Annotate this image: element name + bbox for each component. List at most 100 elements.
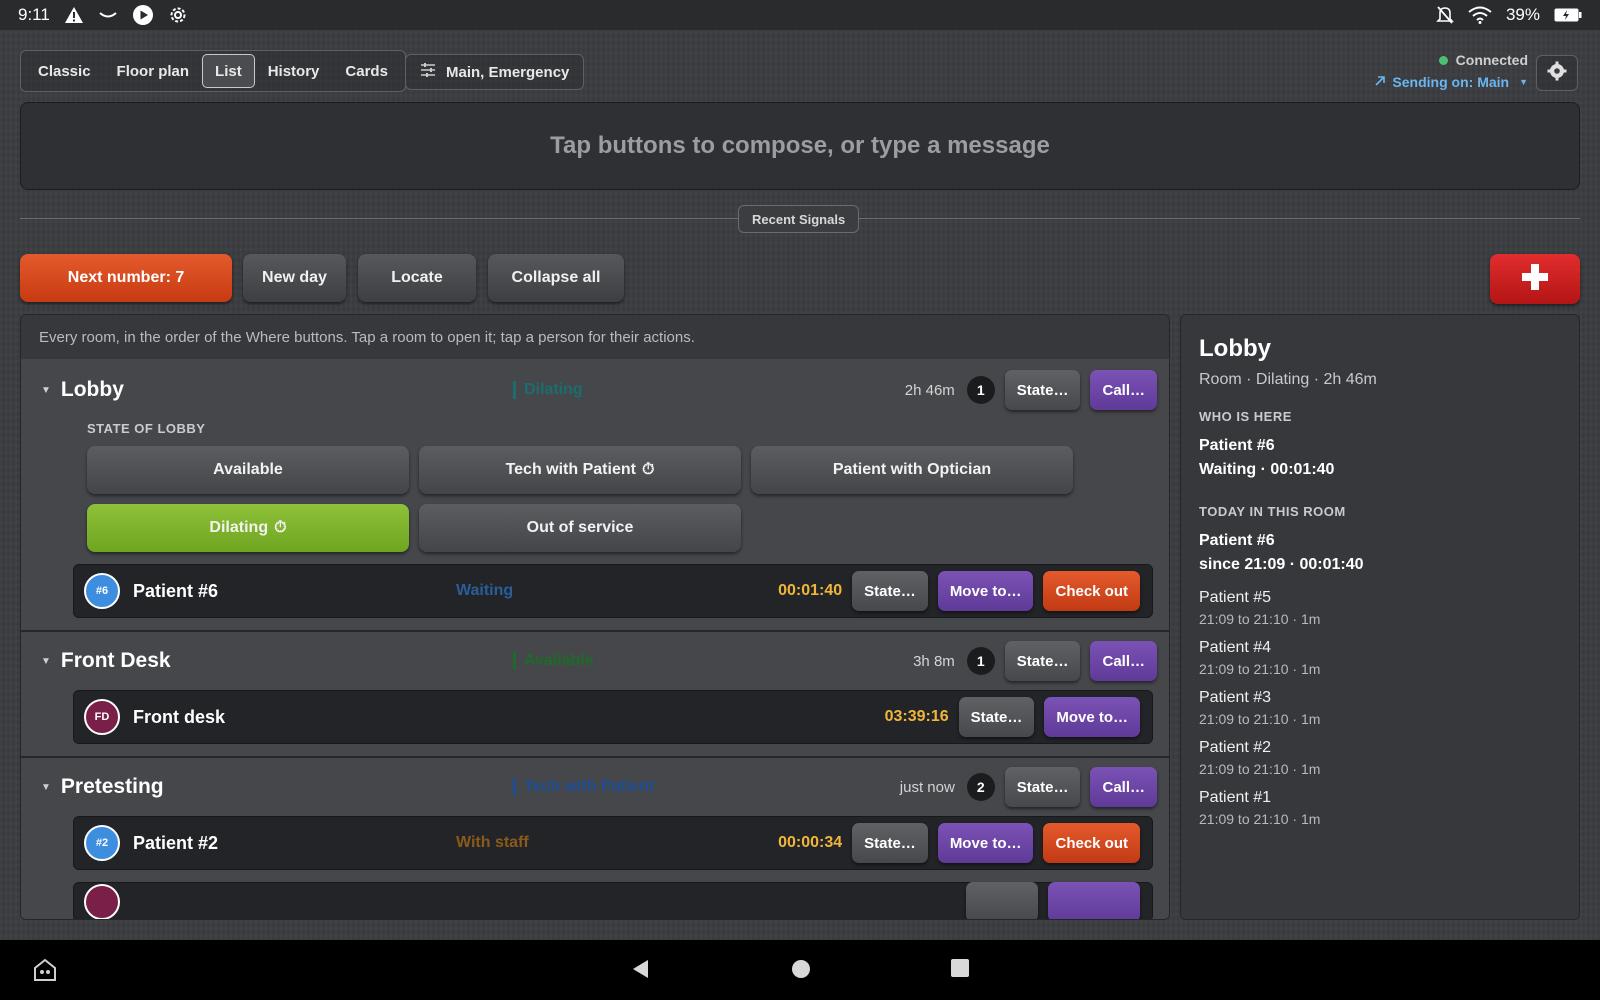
visit-history-list: Patient #5 21:09 to 21:10 · 1m Patient #4… [1199, 589, 1561, 827]
avatar: #2 [84, 825, 120, 861]
channel-filter-label: Main, Emergency [446, 63, 570, 81]
visit-range: 21:09 to 21:10 · 1m [1199, 761, 1321, 777]
room-state-tag: Dilating [513, 381, 583, 399]
person-row-partial[interactable] [73, 882, 1153, 919]
person-state-button[interactable] [966, 882, 1038, 919]
visit-range: 21:09 to 21:10 · 1m [1199, 711, 1321, 727]
room-state-label: Available [524, 652, 594, 669]
occupant-count-badge: 1 [966, 647, 995, 675]
collapse-caret-icon[interactable]: ▼ [41, 385, 51, 396]
tab-history[interactable]: History [255, 54, 333, 88]
state-option-label: Available [213, 461, 283, 478]
system-navigation-bar [0, 940, 1600, 1000]
today-label: TODAY IN THIS ROOM [1199, 504, 1346, 519]
person-timer: 03:39:16 [884, 708, 949, 725]
check-out-button[interactable]: Check out [1043, 571, 1140, 611]
visit-history-item: Patient #4 21:09 to 21:10 · 1m [1199, 639, 1561, 677]
person-state-button[interactable]: State… [852, 823, 928, 863]
occupant-count-badge: 1 [966, 376, 995, 404]
channel-filter-button[interactable]: Main, Emergency [405, 54, 585, 90]
person-state-button[interactable]: State… [852, 571, 928, 611]
emergency-add-button[interactable] [1490, 254, 1580, 304]
person-row[interactable]: FD Front desk 03:39:16 State… Move to… [73, 690, 1153, 744]
wifi-icon [1468, 6, 1492, 24]
room-call-button[interactable]: Call… [1090, 767, 1157, 807]
visit-name: Patient #3 [1199, 689, 1272, 706]
system-status-bar: 9:11 39% [0, 0, 1600, 30]
settings-button[interactable] [1536, 55, 1578, 91]
recent-signals-button[interactable]: Recent Signals [738, 205, 860, 233]
warning-icon [64, 6, 84, 24]
next-number-button[interactable]: Next number: 7 [20, 254, 232, 302]
visit-history-item: Patient #2 21:09 to 21:10 · 1m [1199, 739, 1561, 777]
visit-name: Patient #4 [1199, 639, 1272, 656]
move-to-button[interactable]: Move to… [937, 571, 1034, 611]
person-row[interactable]: #2 Patient #2 With staff 00:00:34 State…… [73, 816, 1153, 870]
room-header[interactable]: ▼ Pretesting Tech with Patient just now … [21, 758, 1169, 816]
recents-icon[interactable] [950, 958, 970, 983]
state-option-label: Dilating [209, 519, 269, 536]
tab-classic[interactable]: Classic [25, 54, 104, 88]
state-option-available[interactable]: Available [87, 446, 409, 494]
state-option-dilating[interactable]: Dilating ⏱ [87, 504, 409, 552]
sending-channel-selector[interactable]: Sending on: Main ▼ [1374, 74, 1528, 90]
play-icon [132, 4, 154, 26]
state-option-label: Patient with Optician [832, 461, 992, 478]
room-header[interactable]: ▼ Front Desk Available 3h 8m 1 State… Ca… [21, 632, 1169, 690]
home-icon[interactable] [790, 958, 812, 985]
message-compose-input[interactable]: Tap buttons to compose, or type a messag… [20, 102, 1580, 190]
room-call-button[interactable]: Call… [1090, 641, 1157, 681]
state-bar [513, 652, 516, 670]
plus-icon [1520, 262, 1550, 297]
visit-range: 21:09 to 21:10 · 1m [1199, 661, 1321, 677]
state-option-patient-with-optician[interactable]: Patient with Optician [751, 446, 1073, 494]
collapse-caret-icon[interactable]: ▼ [41, 656, 51, 667]
state-section-label: STATE OF LOBBY [87, 421, 206, 436]
move-to-button[interactable]: Move to… [937, 823, 1034, 863]
collapse-caret-icon[interactable]: ▼ [41, 782, 51, 793]
move-to-button[interactable] [1048, 882, 1140, 919]
locate-button[interactable]: Locate [358, 254, 476, 302]
person-state-button[interactable]: State… [958, 697, 1035, 737]
state-option-label: Tech with Patient [505, 461, 636, 478]
smile-icon [98, 10, 118, 20]
tab-cards[interactable]: Cards [332, 54, 401, 88]
person-row[interactable]: #6 Patient #6 Waiting 00:01:40 State… Mo… [73, 564, 1153, 618]
room-elapsed: just now [899, 778, 955, 796]
connection-label: Connected [1455, 52, 1528, 68]
person-timer: 00:00:34 [778, 834, 843, 851]
tab-floor-plan[interactable]: Floor plan [104, 54, 203, 88]
room-header[interactable]: ▼ Lobby Dilating 2h 46m 1 State… Call… [21, 359, 1169, 421]
bell-off-icon [1436, 5, 1454, 25]
room-state-tag: Tech with Patient [513, 778, 654, 796]
person-status: With staff [456, 834, 529, 851]
state-bar [513, 381, 516, 399]
room-detail-panel: Lobby Room · Dilating · 2h 46m WHO IS HE… [1180, 314, 1580, 920]
connection-status: Connected Sending on: Main ▼ [1374, 52, 1528, 90]
move-to-button[interactable]: Move to… [1044, 697, 1140, 737]
occupant-name: Patient #6 [1199, 437, 1275, 454]
room-state-picker: STATE OF LOBBY Available Tech with Patie… [21, 421, 1169, 564]
room-state-button[interactable]: State… [1004, 641, 1081, 681]
room-state-label: Tech with Patient [524, 778, 655, 795]
view-tabs: Classic Floor plan List History Cards [20, 50, 406, 92]
state-option-tech-with-patient[interactable]: Tech with Patient ⏱ [419, 446, 741, 494]
collapse-all-button[interactable]: Collapse all [488, 254, 624, 302]
sliders-icon [420, 63, 436, 81]
visit-range: 21:09 to 21:10 · 1m [1199, 811, 1321, 827]
home-launcher-icon[interactable] [32, 958, 58, 987]
room-call-button[interactable]: Call… [1090, 370, 1157, 410]
new-day-button[interactable]: New day [243, 254, 346, 302]
room-state-button[interactable]: State… [1004, 370, 1081, 410]
tab-list[interactable]: List [202, 54, 255, 88]
room-elapsed: 3h 8m [913, 652, 955, 670]
back-icon[interactable] [630, 958, 650, 985]
check-out-button[interactable]: Check out [1043, 823, 1140, 863]
person-timer: 00:01:40 [778, 582, 843, 599]
state-option-out-of-service[interactable]: Out of service [419, 504, 741, 552]
current-visit-name: Patient #6 [1199, 532, 1275, 549]
person-status: Waiting [456, 582, 514, 599]
visit-name: Patient #1 [1199, 789, 1272, 806]
room-state-button[interactable]: State… [1004, 767, 1081, 807]
person-name: Patient #6 [133, 580, 219, 601]
